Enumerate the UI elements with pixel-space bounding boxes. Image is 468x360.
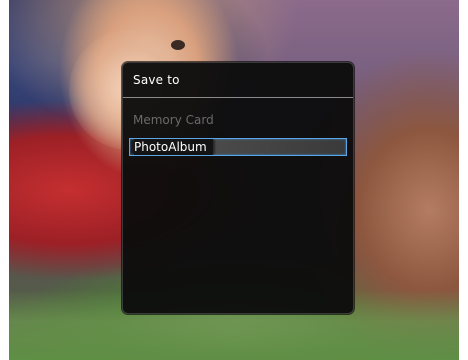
option-label: PhotoAlbum (134, 139, 213, 155)
dialog-title: Save to (133, 73, 180, 87)
title-divider (123, 97, 353, 98)
save-to-dialog: Save to Memory Card PhotoAlbum (122, 62, 354, 314)
option-photoalbum[interactable]: PhotoAlbum (129, 138, 347, 156)
option-label: Memory Card (133, 113, 214, 127)
option-memory-card[interactable]: Memory Card (129, 111, 347, 129)
photo-eye (171, 40, 185, 50)
